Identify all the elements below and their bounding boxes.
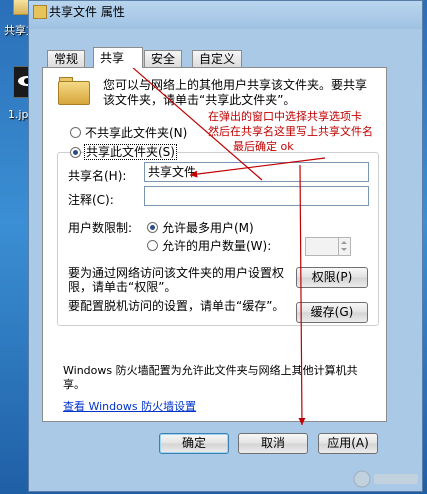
- shared-folder-icon: [58, 77, 90, 105]
- annotation-line-1: 在弹出的窗口中选择共享选项卡: [208, 110, 362, 123]
- radio-no-share-label[interactable]: 不共享此文件夹(N): [85, 124, 187, 141]
- user-count-spinner[interactable]: [305, 237, 351, 256]
- caching-button[interactable]: 缓存(G): [296, 302, 368, 323]
- radio-max-users-label[interactable]: 允许最多用户(M): [162, 219, 254, 236]
- user-limit-label: 用户数限制:: [68, 221, 133, 235]
- tab-security[interactable]: 安全: [144, 50, 183, 67]
- watermark-logo: [353, 470, 418, 488]
- window-title: 共享文件 属性: [49, 5, 125, 19]
- title-bar[interactable]: 共享文件 属性: [29, 1, 422, 29]
- tab-sharing[interactable]: 共享: [93, 47, 143, 68]
- radio-share-label[interactable]: 共享此文件夹(S): [84, 143, 177, 160]
- share-name-input[interactable]: 共享文件: [144, 162, 369, 182]
- radio-allowed-users-label[interactable]: 允许的用户数量(W):: [162, 237, 271, 254]
- sharing-description: 您可以与网络上的其他用户共享该文件夹。要共享该文件夹，请单击“共享此文件夹”。: [103, 78, 368, 107]
- cancel-button[interactable]: 取消: [238, 433, 308, 454]
- share-name-label: 共享名(H):: [68, 169, 127, 183]
- spin-up-icon[interactable]: [341, 241, 347, 244]
- radio-allowed-users[interactable]: [147, 240, 158, 251]
- annotation-line-3: 最后确定 ok: [233, 140, 294, 153]
- spin-down-icon[interactable]: [341, 248, 347, 251]
- caching-text: 要配置脱机访问的设置，请单击“缓存”。: [68, 299, 285, 313]
- tab-customize[interactable]: 自定义: [192, 50, 243, 67]
- annotation-line-2: 然后在共享名这里写上共享文件名: [208, 125, 373, 138]
- firewall-settings-link[interactable]: 查看 Windows 防火墙设置: [63, 398, 196, 414]
- spinner-arrows[interactable]: [338, 238, 350, 255]
- ok-button[interactable]: 确定: [159, 433, 229, 454]
- desktop-image-label[interactable]: 1.jp: [8, 108, 29, 121]
- comment-input[interactable]: [144, 186, 369, 206]
- radio-share-text: 共享此文件夹(S): [84, 144, 177, 160]
- firewall-text: Windows 防火墙配置为允许此文件夹与网络上其他计算机共享。: [63, 364, 358, 391]
- permissions-text: 要为通过网络访问该文件夹的用户设置权限，请单击“权限”。: [68, 266, 285, 294]
- folder-icon: [33, 5, 47, 19]
- tutorial-annotation: 在弹出的窗口中选择共享选项卡 然后在共享名这里写上共享文件名 最后确定 ok: [208, 109, 373, 154]
- comment-label: 注释(C):: [68, 193, 114, 207]
- permissions-button[interactable]: 权限(P): [296, 267, 368, 288]
- radio-share[interactable]: [70, 147, 81, 158]
- radio-no-share[interactable]: [70, 127, 81, 138]
- radio-max-users[interactable]: [147, 222, 158, 233]
- tab-general[interactable]: 常规: [47, 50, 86, 67]
- apply-button[interactable]: 应用(A): [318, 433, 378, 454]
